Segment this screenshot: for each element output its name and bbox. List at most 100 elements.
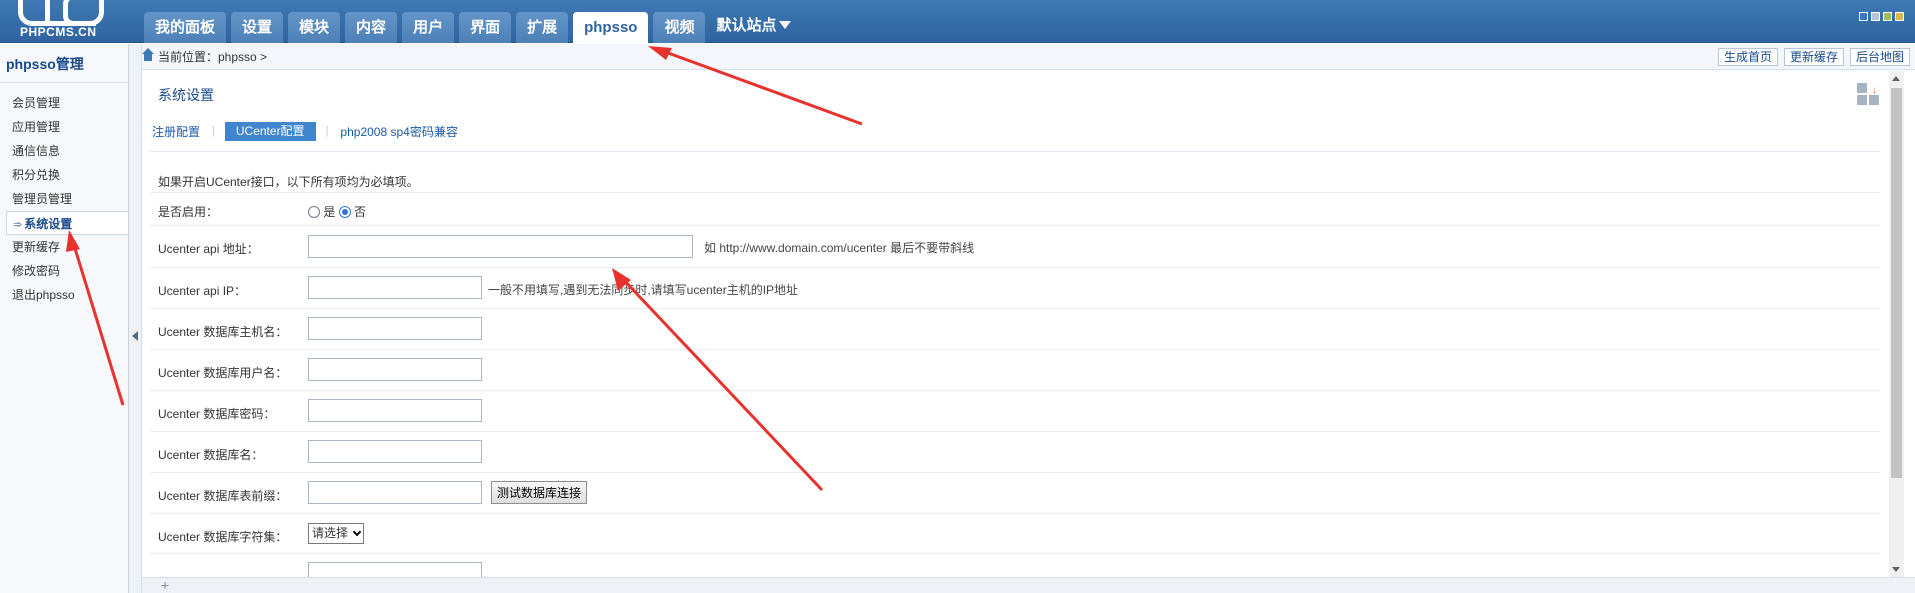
- db-charset-value: 请选择: [312, 526, 349, 540]
- style-dot-yellow[interactable]: [1895, 12, 1904, 21]
- site-select-label: 默认站点: [716, 17, 777, 34]
- collapse-left-icon[interactable]: [132, 331, 138, 341]
- nav-tab-extensions[interactable]: 扩展: [516, 12, 569, 43]
- form-row-partial: [150, 554, 1880, 578]
- partial-input[interactable]: [308, 562, 482, 578]
- arrow-right-icon: ➾: [13, 219, 23, 231]
- scroll-up-icon[interactable]: [1892, 76, 1900, 81]
- divider: [150, 151, 1880, 152]
- logo[interactable]: PHPCMS.CN: [0, 0, 130, 43]
- caret-down-icon: [779, 21, 792, 29]
- db-host-label: Ucenter 数据库主机名：: [158, 325, 288, 339]
- enable-label: 是否启用：: [158, 205, 219, 219]
- sidebar-item-system-settings[interactable]: ➾ 系统设置: [6, 211, 128, 235]
- grid-square: [1857, 95, 1867, 105]
- crumb-bar: 当前位置：phpsso > 生成首页 更新缓存 后台地图: [142, 44, 1915, 70]
- sidebar-menu: 会员管理 应用管理 通信信息 积分兑换 管理员管理 ➾ 系统设置 更新缓存 修改密…: [0, 83, 128, 307]
- api-ip-label: Ucenter api IP：: [158, 284, 247, 298]
- sidebar: phpsso管理 会员管理 应用管理 通信信息 积分兑换 管理员管理 ➾ 系统设置…: [0, 44, 129, 593]
- form-row-enable: 是否启用： 是 否: [150, 193, 1880, 226]
- db-name-label: Ucenter 数据库名：: [158, 448, 264, 462]
- db-password-input[interactable]: [308, 399, 482, 422]
- tab-php2008-compat[interactable]: php2008 sp4密码兼容: [338, 123, 459, 140]
- tab-register-config[interactable]: 注册配置: [150, 123, 202, 140]
- sidebar-title: phpsso管理: [0, 44, 128, 83]
- subtab-bar: 注册配置 | UCenter配置 | php2008 sp4密码兼容: [150, 120, 460, 142]
- form-row-db-name: Ucenter 数据库名：: [150, 432, 1880, 473]
- form-notice: 如果开启UCenter接口，以下所有项均为必填项。: [158, 175, 419, 189]
- sidebar-item-apps[interactable]: 应用管理: [0, 115, 128, 139]
- db-password-label: Ucenter 数据库密码：: [158, 407, 276, 421]
- db-user-label: Ucenter 数据库用户名：: [158, 366, 288, 380]
- form-row-db-user: Ucenter 数据库用户名：: [150, 350, 1880, 391]
- style-switcher: [1856, 12, 1904, 21]
- db-charset-select[interactable]: 请选择: [308, 523, 365, 544]
- logo-text: PHPCMS.CN: [20, 25, 97, 39]
- top-header: PHPCMS.CN 我的面板 设置 模块 内容 用户 界面 扩展 phpsso …: [0, 0, 1915, 43]
- arrow-down-icon: ↓: [1872, 85, 1877, 96]
- scroll-down-icon[interactable]: [1892, 567, 1900, 572]
- enable-radio-group: 是 否: [308, 203, 366, 220]
- nav-tab-panel[interactable]: 我的面板: [144, 12, 227, 43]
- nav-tab-video[interactable]: 视频: [653, 12, 706, 43]
- enable-no-radio[interactable]: [338, 206, 351, 218]
- db-host-input[interactable]: [308, 317, 482, 340]
- style-dot-green[interactable]: [1883, 12, 1892, 21]
- nav-tab-users[interactable]: 用户: [402, 12, 455, 43]
- grid-square: [1857, 83, 1867, 93]
- sidebar-item-messages[interactable]: 通信信息: [0, 139, 128, 163]
- main-nav: 我的面板 设置 模块 内容 用户 界面 扩展 phpsso 视频 默认站点: [144, 12, 797, 43]
- nav-tab-phpsso[interactable]: phpsso: [573, 12, 649, 43]
- sidebar-item-logout[interactable]: 退出phpsso: [0, 283, 128, 307]
- sidebar-item-credits[interactable]: 积分兑换: [0, 163, 128, 187]
- nav-tab-modules[interactable]: 模块: [288, 12, 341, 43]
- form-row-api-ip: Ucenter api IP： 一般不用填写,遇到无法同步时,请填写ucente…: [150, 268, 1880, 309]
- page-title: 系统设置: [158, 87, 214, 103]
- sidebar-item-label: 系统设置: [24, 217, 73, 231]
- db-name-input[interactable]: [308, 440, 482, 463]
- style-dot-blue[interactable]: [1859, 12, 1868, 21]
- chevron-down-icon: [352, 527, 362, 537]
- sidebar-collapse-bar[interactable]: [129, 44, 142, 593]
- update-cache-button[interactable]: 更新缓存: [1783, 48, 1844, 66]
- quick-links: 生成首页 更新缓存 后台地图: [1712, 48, 1910, 66]
- api-url-input[interactable]: [308, 235, 693, 258]
- tab-separator: |: [212, 125, 215, 137]
- home-icon[interactable]: [142, 48, 154, 62]
- tab-separator: |: [325, 125, 329, 137]
- enable-yes-label: 是: [323, 205, 336, 219]
- scrollbar-thumb[interactable]: [1891, 88, 1902, 478]
- admin-map-button[interactable]: 后台地图: [1849, 48, 1910, 66]
- style-dot-gray[interactable]: [1871, 12, 1880, 21]
- form-row-db-password: Ucenter 数据库密码：: [150, 391, 1880, 432]
- site-select[interactable]: 默认站点: [710, 12, 797, 43]
- api-url-label: Ucenter api 地址：: [158, 242, 259, 256]
- breadcrumb: 当前位置：phpsso >: [142, 44, 267, 70]
- form-row-db-prefix: Ucenter 数据库表前缀： 测试数据库连接: [150, 473, 1880, 514]
- generate-homepage-button[interactable]: 生成首页: [1717, 48, 1778, 66]
- nav-tab-settings[interactable]: 设置: [231, 12, 284, 43]
- main-panel: 系统设置 ↓ 注册配置 | UCenter配置 | php2008 sp4密码兼…: [142, 71, 1889, 593]
- sidebar-item-members[interactable]: 会员管理: [0, 91, 128, 115]
- sidebar-item-admins[interactable]: 管理员管理: [0, 187, 128, 211]
- plus-icon[interactable]: +: [161, 577, 169, 593]
- api-ip-input[interactable]: [308, 276, 482, 299]
- form-row-db-host: Ucenter 数据库主机名：: [150, 309, 1880, 350]
- grid-square: [1869, 95, 1879, 105]
- form-notice-row: 如果开启UCenter接口，以下所有项均为必填项。: [150, 165, 1880, 193]
- db-user-input[interactable]: [308, 358, 482, 381]
- api-url-hint: 如 http://www.domain.com/ucenter 最后不要带斜线: [704, 241, 975, 255]
- sidebar-item-change-password[interactable]: 修改密码: [0, 259, 128, 283]
- db-prefix-input[interactable]: [308, 481, 482, 504]
- logo-mark: [18, 0, 104, 26]
- api-ip-hint: 一般不用填写,遇到无法同步时,请填写ucenter主机的IP地址: [488, 283, 799, 297]
- nav-tab-content[interactable]: 内容: [345, 12, 398, 43]
- test-db-connection-button[interactable]: 测试数据库连接: [491, 481, 588, 504]
- vertical-scrollbar[interactable]: [1889, 71, 1904, 577]
- nav-tab-interface[interactable]: 界面: [459, 12, 512, 43]
- footer-bar: +: [142, 577, 1915, 593]
- panel-options-icon[interactable]: ↓: [1857, 83, 1882, 107]
- sidebar-item-update-cache[interactable]: 更新缓存: [0, 235, 128, 259]
- enable-yes-radio[interactable]: [308, 206, 320, 218]
- tab-ucenter-config[interactable]: UCenter配置: [224, 121, 316, 141]
